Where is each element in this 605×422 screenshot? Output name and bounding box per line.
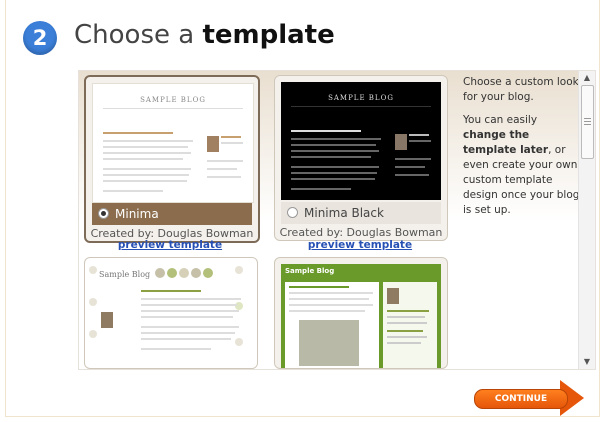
template-card-green[interactable]: Sample Blog — [274, 257, 448, 369]
template-thumbnail[interactable]: Sample Blog — [281, 264, 441, 368]
thumbnail-blog-title: SAMPLE BLOG — [328, 94, 394, 102]
help-paragraph-1: Choose a custom look for your blog. — [463, 76, 579, 103]
template-name-bar[interactable]: Minima Black — [281, 202, 441, 224]
preview-template-link-minima[interactable]: preview template — [84, 239, 256, 251]
thumbnail-blog-title: SAMPLE BLOG — [140, 96, 206, 104]
title-prefix: Choose a — [74, 20, 203, 50]
template-creator: Created by: Douglas Bowman — [279, 226, 443, 239]
template-name: Minima Black — [304, 206, 384, 220]
template-card-dots[interactable]: Sample Blog — [84, 257, 258, 369]
step-number-badge: 2 — [23, 21, 57, 55]
help-text: Choose a custom look for your blog. You … — [463, 75, 581, 226]
page-title: Choose a template — [74, 20, 335, 50]
help-paragraph-2: You can easily change the template later… — [463, 113, 581, 218]
help-text-bold: change the template later — [463, 129, 549, 156]
thumbnail-blog-title: Sample Blog — [99, 270, 151, 279]
scrollbar-thumb[interactable] — [581, 85, 594, 159]
help-text-a: You can easily — [463, 114, 538, 126]
template-name: Minima — [115, 207, 159, 221]
scroll-down-arrow-icon[interactable]: ▼ — [579, 355, 595, 369]
template-thumbnail[interactable]: SAMPLE BLOG — [92, 83, 254, 203]
template-thumbnail[interactable]: SAMPLE BLOG — [281, 82, 441, 200]
template-name-bar[interactable]: Minima — [92, 203, 252, 225]
template-picker-panel: SAMPLE BLOG Minima Created by: Douglas B… — [78, 70, 596, 370]
template-radio[interactable] — [287, 207, 298, 218]
thumbnail-blog-title: Sample Blog — [285, 267, 335, 275]
scroll-up-arrow-icon[interactable]: ▲ — [579, 71, 595, 85]
panel-scrollbar[interactable]: ▲ ▼ — [578, 71, 595, 369]
continue-label[interactable]: CONTINUE — [474, 389, 568, 409]
title-bold: template — [202, 20, 335, 50]
continue-button[interactable]: CONTINUE — [474, 380, 584, 416]
template-card-minima[interactable]: SAMPLE BLOG Minima Created by: Douglas B… — [84, 75, 260, 243]
template-radio-selected[interactable] — [98, 208, 109, 219]
template-card-minima-black[interactable]: SAMPLE BLOG Minima Black Created by: Dou… — [274, 75, 448, 241]
preview-template-link-minima-black[interactable]: preview template — [274, 239, 446, 251]
